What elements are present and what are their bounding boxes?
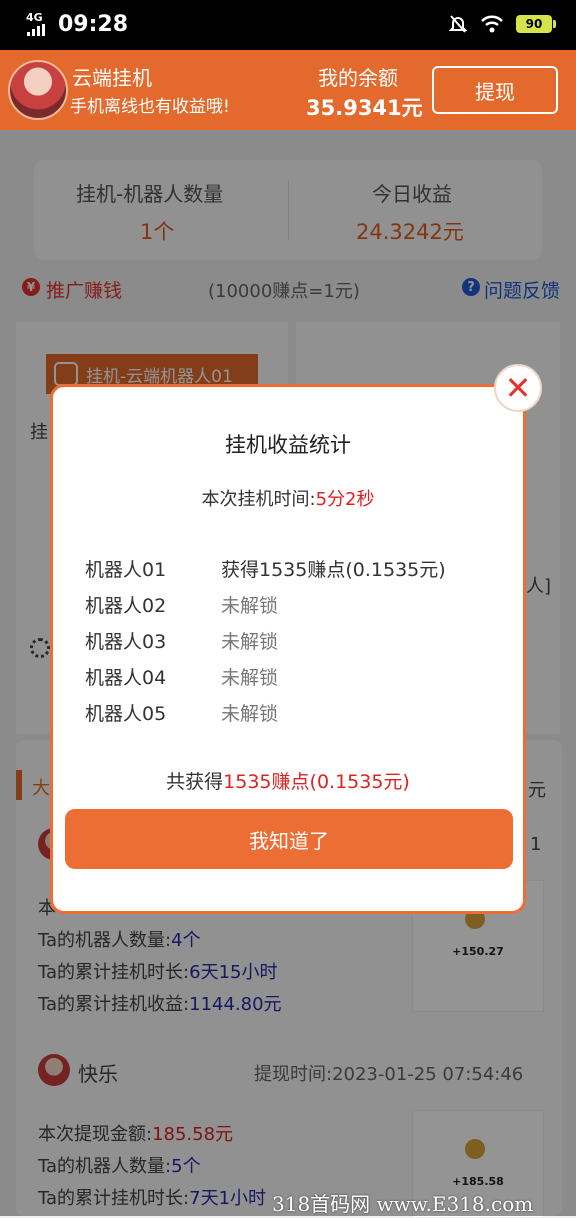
total-earned: 共获得1535赚点(0.1535元)	[166, 771, 410, 793]
robot-row: 机器人04 未解锁	[85, 667, 279, 689]
session-time: 本次挂机时间:5分2秒	[201, 489, 375, 510]
robot-row: 机器人02 未解锁	[85, 595, 279, 617]
battery-icon: 90	[516, 15, 556, 33]
watermark: 318首码网 www.E318.com	[272, 1192, 534, 1216]
balance-label: 我的余额	[318, 66, 398, 90]
close-icon[interactable]: ✕	[494, 364, 542, 412]
modal-title: 挂机收益统计	[225, 433, 351, 457]
signal-icon	[27, 24, 45, 36]
earnings-modal: 挂机收益统计 本次挂机时间:5分2秒 机器人01 获得1535赚点(0.1535元…	[50, 384, 526, 914]
app-subtitle: 手机离线也有收益哦!	[70, 97, 230, 117]
withdraw-button[interactable]: 提现	[432, 66, 558, 114]
acknowledge-button[interactable]: 我知道了	[65, 809, 513, 869]
wifi-icon	[481, 15, 503, 33]
app-name: 云端挂机	[72, 66, 152, 90]
robot-row: 机器人01 获得1535赚点(0.1535元)	[85, 559, 446, 581]
clock: 09:28	[58, 12, 129, 37]
status-bar: 4G 09:28 90	[0, 0, 576, 50]
silent-bell-icon	[448, 15, 468, 33]
robot-row: 机器人05 未解锁	[85, 703, 279, 725]
robot-row: 机器人03 未解锁	[85, 631, 279, 653]
network-indicator: 4G	[26, 11, 43, 24]
app-header: 云端挂机 手机离线也有收益哦! 我的余额 35.9341元 提现	[0, 50, 576, 130]
balance-value: 35.9341元	[306, 96, 423, 120]
avatar[interactable]	[8, 60, 68, 120]
